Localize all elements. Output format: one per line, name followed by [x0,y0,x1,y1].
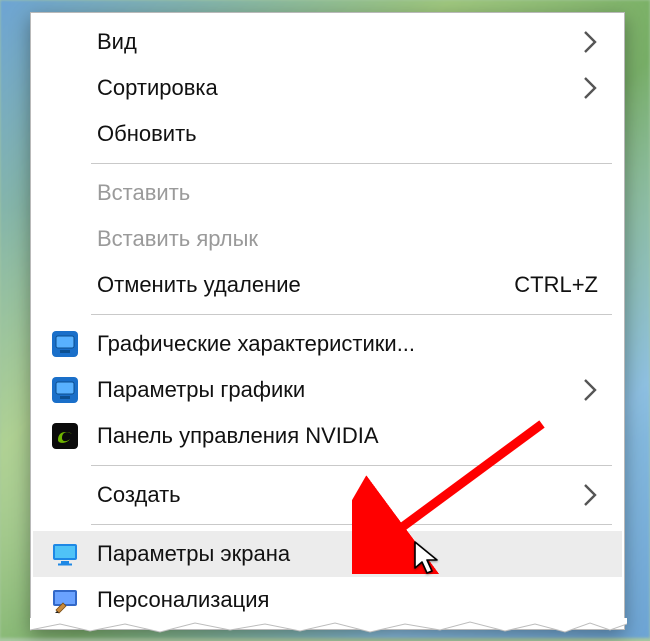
menu-item-view[interactable]: Вид [33,19,622,65]
chevron-right-icon [576,76,604,100]
menu-item-label: Обновить [97,121,604,147]
chevron-right-icon [576,378,604,402]
chevron-right-icon [576,483,604,507]
separator [91,465,612,466]
menu-item-display-settings[interactable]: Параметры экрана [33,531,622,577]
menu-item-personalization[interactable]: Персонализация [33,577,622,623]
menu-item-label: Параметры графики [97,377,576,403]
separator [91,163,612,164]
display-settings-icon [33,540,97,568]
menu-item-refresh[interactable]: Обновить [33,111,622,157]
separator [91,314,612,315]
menu-item-label: Параметры экрана [97,541,604,567]
menu-item-nvidia-panel[interactable]: Панель управления NVIDIA [33,413,622,459]
intel-graphics-icon [33,330,97,358]
menu-item-graphics-options[interactable]: Параметры графики [33,367,622,413]
personalization-icon [33,586,97,614]
nvidia-icon [33,422,97,450]
menu-item-paste-shortcut: Вставить ярлык [33,216,622,262]
menu-item-shortcut: CTRL+Z [514,272,604,298]
menu-item-label: Отменить удаление [97,272,514,298]
menu-item-label: Сортировка [97,75,576,101]
menu-item-label: Вид [97,29,576,55]
menu-item-label: Вставить [97,180,604,206]
menu-item-label: Вставить ярлык [97,226,604,252]
desktop-context-menu: Вид Сортировка Обновить Вставить Вставит… [30,12,625,630]
separator [91,524,612,525]
menu-item-graphics-properties[interactable]: Графические характеристики... [33,321,622,367]
menu-item-undo-delete[interactable]: Отменить удаление CTRL+Z [33,262,622,308]
menu-item-label: Графические характеристики... [97,331,604,357]
menu-item-sort[interactable]: Сортировка [33,65,622,111]
menu-item-label: Панель управления NVIDIA [97,423,604,449]
menu-item-label: Персонализация [97,587,604,613]
chevron-right-icon [576,30,604,54]
menu-item-new[interactable]: Создать [33,472,622,518]
menu-item-paste: Вставить [33,170,622,216]
menu-item-label: Создать [97,482,576,508]
intel-graphics-icon [33,376,97,404]
